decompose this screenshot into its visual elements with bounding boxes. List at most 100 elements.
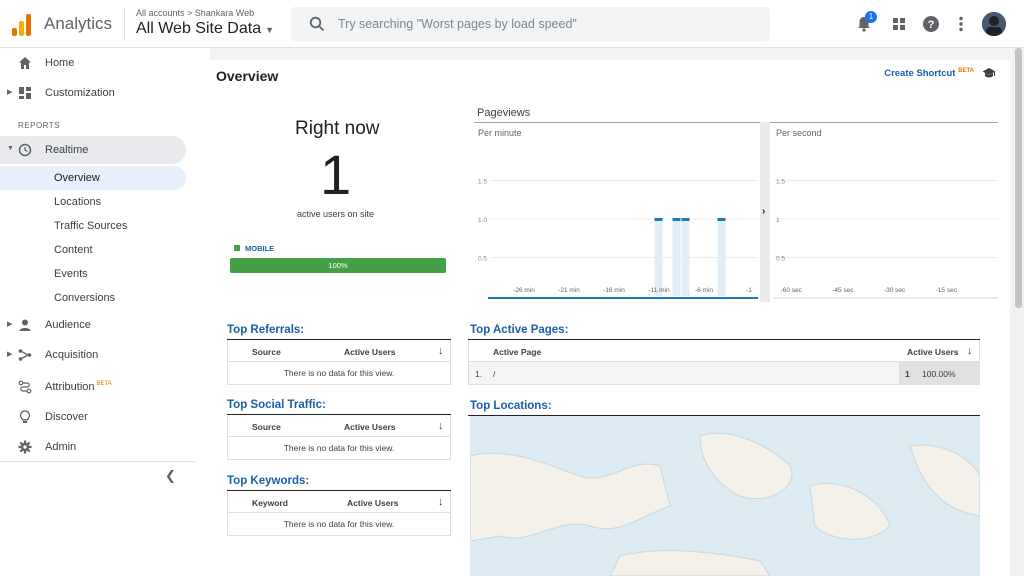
row-number: 1. bbox=[475, 369, 483, 379]
column-header-active-page[interactable]: Active Page bbox=[493, 347, 541, 357]
top-locations-title: Top Locations: bbox=[470, 400, 552, 412]
x-tick-label: -6 min bbox=[695, 287, 713, 294]
account-avatar[interactable] bbox=[982, 12, 1006, 36]
column-header-keyword[interactable]: Keyword bbox=[252, 498, 288, 508]
page-scrollbar[interactable] bbox=[1013, 48, 1024, 576]
column-header-source[interactable]: Source bbox=[252, 347, 281, 357]
sidebar-item-acquisition[interactable]: ▶ Acquisition bbox=[0, 341, 186, 369]
bar-fill bbox=[654, 219, 663, 296]
scrollbar-thumb[interactable] bbox=[1015, 48, 1022, 308]
attribution-label: Attribution bbox=[45, 381, 95, 393]
per-minute-label: Per minute bbox=[478, 128, 522, 138]
attribution-icon bbox=[18, 380, 32, 394]
active-users-count: 1 bbox=[320, 143, 352, 206]
column-header-active-users[interactable]: Active Users bbox=[344, 422, 396, 432]
expand-arrow-icon: ▶ bbox=[7, 89, 13, 96]
per-second-label: Per second bbox=[776, 128, 822, 138]
sidebar-subitem-overview[interactable]: Overview bbox=[0, 166, 186, 190]
sidebar-subitem-conversions[interactable]: Conversions bbox=[0, 286, 186, 310]
y-tick-label: 1 bbox=[776, 217, 780, 224]
bar-fill bbox=[717, 219, 726, 296]
table-empty-row: There is no data for this view. bbox=[283, 519, 395, 529]
chevron-down-icon: ▼ bbox=[265, 25, 275, 35]
right-now-title: Right now bbox=[295, 118, 380, 139]
x-tick-label: -26 min bbox=[513, 287, 535, 294]
sidebar-item-home[interactable]: Home bbox=[0, 49, 186, 77]
sidebar-subitem-label: Content bbox=[54, 244, 93, 256]
y-tick-label: 1.5 bbox=[776, 179, 785, 186]
create-shortcut-label: Create Shortcut bbox=[884, 68, 956, 80]
sidebar-item-label: Admin bbox=[45, 441, 77, 453]
sidebar-item-customization[interactable]: ▶ Customization bbox=[0, 79, 186, 107]
device-progress-bar: 100% bbox=[230, 258, 446, 273]
sidebar-item-realtime[interactable]: ▼ Realtime bbox=[0, 136, 186, 164]
gear-icon bbox=[18, 440, 32, 454]
device-progress-fill: 100% bbox=[230, 258, 446, 273]
sort-arrow-icon[interactable]: ↓ bbox=[438, 345, 444, 357]
column-header-source[interactable]: Source bbox=[252, 422, 281, 432]
column-header-active-users[interactable]: Active Users bbox=[347, 498, 399, 508]
notification-badge: 1 bbox=[865, 11, 877, 23]
create-shortcut-link[interactable]: Create Shortcut BETA bbox=[884, 68, 974, 79]
graduation-cap-icon[interactable] bbox=[982, 66, 996, 80]
sort-arrow-icon[interactable]: ↓ bbox=[438, 420, 444, 432]
sidebar-item-label: Acquisition bbox=[45, 349, 99, 361]
sidebar-subitem-content[interactable]: Content bbox=[0, 238, 186, 262]
expand-arrow-icon: ▶ bbox=[7, 351, 13, 358]
dashboard-grid-icon bbox=[19, 87, 31, 99]
sidebar-item-discover[interactable]: Discover bbox=[0, 403, 186, 431]
sidebar: Home ▶ Customization REPORTS ▼ Realtime … bbox=[0, 48, 210, 576]
app-name[interactable]: Analytics bbox=[44, 14, 112, 34]
locations-map[interactable] bbox=[470, 416, 980, 576]
active-users-label: active users on site bbox=[297, 209, 375, 219]
sidebar-item-admin[interactable]: Admin bbox=[0, 433, 186, 461]
page-path-link[interactable]: / bbox=[493, 369, 495, 379]
sidebar-subitem-label: Locations bbox=[54, 196, 102, 208]
table-row[interactable]: 1. / 1 100.00% bbox=[469, 362, 979, 384]
beta-badge: BETA bbox=[958, 68, 974, 74]
help-icon[interactable]: ? bbox=[921, 14, 941, 34]
top-social-title: Top Social Traffic: bbox=[227, 399, 326, 411]
mobile-color-swatch bbox=[234, 245, 240, 251]
top-active-pages-table: Active Page Active Users ↓ 1. / 1 100.00… bbox=[468, 340, 980, 385]
property-selector[interactable]: All Web Site Data ▼ bbox=[136, 20, 274, 38]
reports-section-label: REPORTS bbox=[18, 121, 61, 130]
top-referrals-title: Top Referrals: bbox=[227, 324, 305, 336]
device-legend: MOBILE bbox=[234, 244, 274, 253]
top-active-pages-title: Top Active Pages: bbox=[470, 324, 569, 336]
sidebar-item-audience[interactable]: ▶ Audience bbox=[0, 311, 186, 339]
sidebar-item-label: Realtime bbox=[45, 144, 89, 156]
x-tick-label: -15 sec bbox=[936, 287, 958, 294]
sidebar-item-label: Audience bbox=[45, 319, 91, 331]
search-box[interactable]: Try searching "Worst pages by load speed… bbox=[291, 7, 770, 41]
collapse-sidebar-chevron-icon[interactable]: ❮ bbox=[165, 468, 176, 484]
sidebar-item-label: Discover bbox=[45, 411, 88, 423]
table-empty-row: There is no data for this view. bbox=[283, 443, 395, 453]
sort-arrow-icon[interactable]: ↓ bbox=[438, 496, 444, 508]
bar-fill bbox=[681, 219, 690, 296]
sidebar-subitem-traffic-sources[interactable]: Traffic Sources bbox=[0, 214, 186, 238]
table-header: Source Active Users ↓ bbox=[228, 340, 450, 362]
clock-icon bbox=[18, 143, 32, 157]
x-tick-label: -30 sec bbox=[884, 287, 906, 294]
account-breadcrumb[interactable]: All accounts > Shankara Web bbox=[136, 8, 254, 18]
sidebar-item-attribution[interactable]: Attribution BETA bbox=[0, 373, 186, 401]
collapse-arrow-icon: ▼ bbox=[7, 145, 14, 152]
column-header-active-users[interactable]: Active Users bbox=[907, 347, 959, 357]
analytics-logo-icon[interactable] bbox=[10, 12, 34, 36]
sidebar-subitem-events[interactable]: Events bbox=[0, 262, 186, 286]
map-landmass-icon bbox=[470, 432, 980, 576]
beta-badge: BETA bbox=[96, 381, 112, 388]
top-bar: Analytics All accounts > Shankara Web Al… bbox=[0, 0, 1024, 48]
more-vert-icon[interactable] bbox=[951, 14, 971, 34]
column-header-active-users[interactable]: Active Users bbox=[344, 347, 396, 357]
sidebar-subitem-locations[interactable]: Locations bbox=[0, 190, 186, 214]
apps-grid-icon[interactable] bbox=[889, 14, 909, 34]
expand-arrow-icon: ▶ bbox=[7, 321, 13, 328]
x-tick-label: -1 bbox=[746, 287, 752, 294]
bar-top bbox=[717, 218, 726, 221]
x-tick-label: -21 min bbox=[558, 287, 580, 294]
y-tick-label: 0.5 bbox=[776, 256, 785, 263]
sidebar-item-label: Home bbox=[45, 57, 75, 69]
sort-arrow-icon[interactable]: ↓ bbox=[967, 345, 973, 357]
